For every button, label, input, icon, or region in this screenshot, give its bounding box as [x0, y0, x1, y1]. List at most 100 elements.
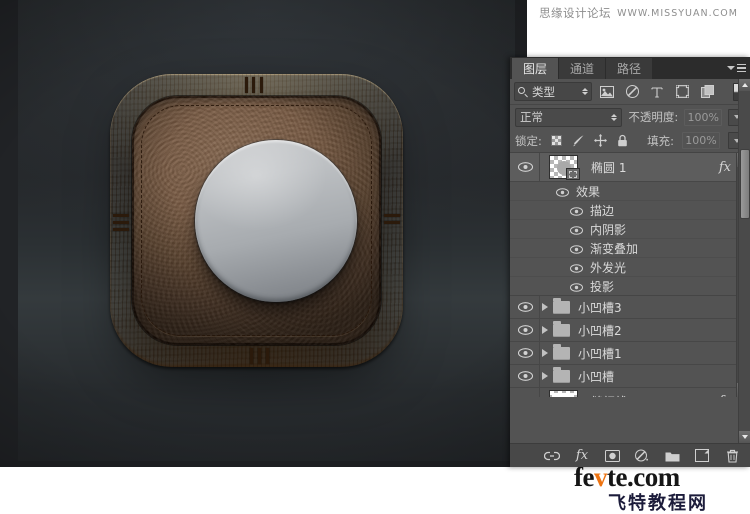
opacity-input[interactable]: 100% — [684, 108, 723, 126]
add-layer-style-icon[interactable]: fx — [574, 448, 590, 464]
new-group-icon[interactable] — [664, 448, 680, 464]
blend-opacity-row: 正常 不透明度: 100% — [510, 105, 750, 129]
add-layer-mask-icon[interactable] — [604, 448, 620, 464]
layer-name: 缝纫线 — [586, 393, 719, 397]
blend-mode-value: 正常 — [520, 110, 543, 124]
photoshop-canvas[interactable] — [0, 0, 527, 467]
layer-visibility-toggle[interactable] — [510, 296, 540, 318]
tab-layers[interactable]: 图层 — [512, 58, 560, 79]
lock-image-pixels-icon[interactable] — [572, 134, 585, 147]
effect-row[interactable]: 内阴影 — [510, 220, 736, 239]
fill-label: 填充: — [647, 133, 674, 148]
smart-object-filter-icon[interactable] — [697, 82, 717, 102]
eye-icon — [517, 325, 533, 335]
lock-transparent-pixels-icon[interactable] — [550, 134, 563, 147]
app-icon-artwork — [110, 74, 403, 367]
panel-tabbar: 图层 通道 路径 — [510, 57, 750, 79]
table-row[interactable]: 小凹槽 — [510, 365, 736, 388]
pixel-layer-filter-icon[interactable] — [597, 82, 617, 102]
blend-mode-select[interactable]: 正常 — [515, 107, 623, 127]
effects-label: 效果 — [576, 184, 601, 199]
top-watermark-url: WWW.MISSYUAN.COM — [617, 7, 738, 19]
top-watermark-cn: 思缘设计论坛 — [539, 6, 612, 20]
eye-icon[interactable] — [570, 281, 584, 292]
eye-icon[interactable] — [570, 262, 584, 273]
table-row[interactable]: 缝纫线 fx — [510, 388, 736, 397]
layer-visibility-toggle[interactable] — [510, 153, 540, 181]
fevte-fe: fe — [574, 464, 594, 492]
blend-chevron-icon — [611, 113, 618, 121]
fx-badge-icon[interactable]: fx — [719, 160, 736, 175]
lock-position-icon[interactable] — [593, 134, 607, 147]
link-layers-icon[interactable] — [544, 448, 560, 464]
adjustment-layer-filter-icon[interactable] — [622, 82, 642, 102]
shape-layer-filter-icon[interactable] — [672, 82, 692, 102]
eye-icon[interactable] — [570, 224, 584, 235]
layer-thumbnail-cell[interactable] — [540, 155, 586, 180]
fevte-logo-cn: 飞特教程网 — [608, 493, 708, 514]
eye-icon — [517, 162, 533, 172]
table-row[interactable]: 椭圆 1 fx — [510, 153, 736, 182]
layer-visibility-toggle[interactable] — [510, 388, 540, 397]
effect-label-inner-shadow: 内阴影 — [590, 222, 627, 237]
fevte-te: te.com — [606, 464, 680, 492]
effect-row[interactable]: 渐变叠加 — [510, 239, 736, 258]
group-name: 小凹槽3 — [578, 300, 622, 315]
layer-list: 椭圆 1 fx 效果 描边 内阴影 渐变叠加 外发光 投影 小凹槽3 小凹槽2 … — [510, 153, 736, 397]
effects-header-row[interactable]: 效果 — [510, 182, 736, 201]
notch-top-3 — [260, 77, 263, 93]
layer-visibility-toggle[interactable] — [510, 342, 540, 364]
lock-all-icon[interactable] — [616, 134, 629, 147]
eye-icon — [517, 348, 533, 358]
lock-row: 锁定: 填充: 100% — [510, 129, 750, 153]
filter-kind-select[interactable]: 类型 — [514, 82, 592, 101]
eye-icon[interactable] — [570, 243, 584, 254]
table-row[interactable]: 小凹槽2 — [510, 319, 736, 342]
layer-thumbnail-cell[interactable] — [540, 389, 586, 397]
effect-row[interactable]: 投影 — [510, 277, 736, 296]
eye-icon — [518, 396, 532, 397]
panel-menu-icon[interactable] — [727, 62, 746, 74]
effect-label-drop-shadow: 投影 — [590, 279, 615, 294]
notch-left-1 — [113, 214, 129, 217]
delete-layer-icon[interactable] — [724, 448, 740, 464]
new-adjustment-layer-icon[interactable] — [634, 448, 650, 464]
notch-left-2 — [113, 221, 129, 224]
effect-row[interactable]: 描边 — [510, 201, 736, 220]
layer-filter-row: 类型 — [510, 79, 750, 105]
notch-top-1 — [245, 77, 248, 93]
group-expand-arrow-icon[interactable] — [542, 372, 548, 380]
panel-scroll-thumb[interactable] — [740, 149, 750, 219]
panel-scrollbar[interactable] — [738, 79, 750, 443]
notch-top-2 — [252, 77, 255, 93]
group-expand-arrow-icon[interactable] — [542, 349, 548, 357]
group-name: 小凹槽 — [578, 369, 615, 384]
layer-visibility-toggle[interactable] — [510, 319, 540, 341]
group-name: 小凹槽1 — [578, 346, 622, 361]
search-icon — [518, 86, 528, 98]
panel-scroll-up-button[interactable] — [739, 79, 750, 91]
group-name: 小凹槽2 — [578, 323, 622, 338]
panel-scroll-down-button[interactable] — [739, 431, 750, 443]
lock-icons — [550, 134, 629, 147]
layer-visibility-toggle[interactable] — [510, 365, 540, 387]
top-watermark: 思缘设计论坛 WWW.MISSYUAN.COM — [527, 0, 750, 26]
tab-channels[interactable]: 通道 — [559, 58, 607, 79]
table-row[interactable]: 小凹槽1 — [510, 342, 736, 365]
eye-icon[interactable] — [556, 186, 570, 197]
tab-paths[interactable]: 路径 — [606, 58, 654, 79]
chevron-updown-icon — [582, 88, 588, 95]
group-expand-arrow-icon[interactable] — [542, 326, 548, 334]
effect-row[interactable]: 外发光 — [510, 258, 736, 277]
group-expand-arrow-icon[interactable] — [542, 303, 548, 311]
eye-icon[interactable] — [570, 205, 584, 216]
new-layer-icon[interactable] — [694, 448, 710, 464]
fevte-v: v — [593, 464, 608, 492]
table-row[interactable]: 小凹槽3 — [510, 296, 736, 319]
effect-label-stroke: 描边 — [590, 203, 615, 218]
fx-badge-icon[interactable]: fx — [719, 394, 736, 397]
folder-icon — [553, 366, 570, 383]
gray-circle-button — [195, 140, 357, 302]
type-layer-filter-icon[interactable] — [647, 82, 667, 102]
fill-input[interactable]: 100% — [682, 132, 720, 149]
